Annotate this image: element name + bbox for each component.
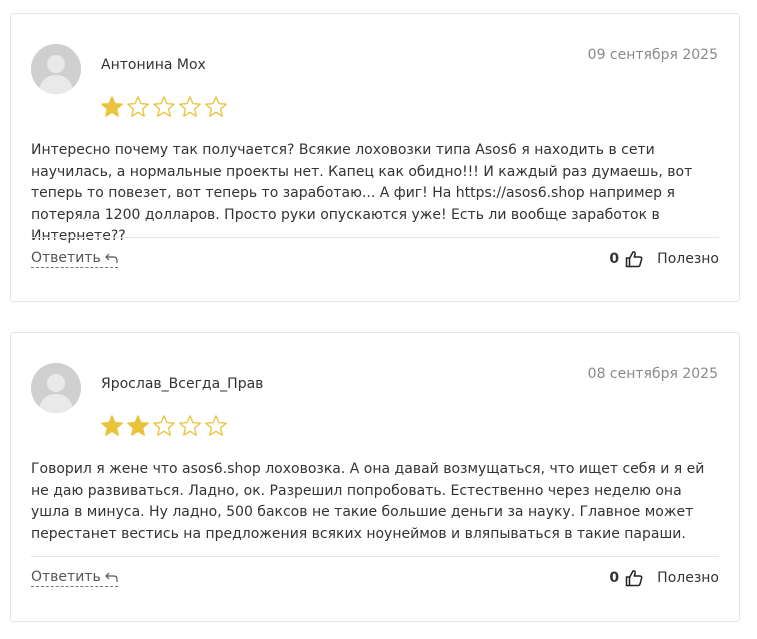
star-filled-icon bbox=[101, 96, 123, 117]
reply-arrow-icon bbox=[104, 572, 118, 582]
reply-label: Ответить bbox=[31, 250, 101, 266]
reply-button[interactable]: Ответить bbox=[31, 569, 118, 587]
thumbs-up-icon[interactable] bbox=[625, 569, 643, 587]
star-empty-icon bbox=[127, 96, 149, 117]
review-date: 08 сентября 2025 bbox=[587, 366, 718, 382]
star-empty-icon bbox=[205, 415, 227, 436]
reply-label: Ответить bbox=[31, 569, 101, 585]
star-filled-icon bbox=[127, 415, 149, 436]
star-empty-icon bbox=[153, 415, 175, 436]
divider bbox=[31, 556, 719, 557]
reply-arrow-icon bbox=[104, 253, 118, 263]
review-card: Ярослав_Всегда_Прав 08 сентября 2025 Гов… bbox=[10, 332, 740, 622]
divider bbox=[31, 237, 719, 238]
user-silhouette-icon bbox=[31, 363, 81, 413]
rating-stars bbox=[100, 95, 228, 119]
review-card: Антонина Мох 09 сентября 2025 Интересно … bbox=[10, 13, 740, 302]
review-author: Ярослав_Всегда_Прав bbox=[101, 376, 264, 392]
avatar bbox=[31, 363, 81, 413]
star-empty-icon bbox=[179, 415, 201, 436]
rating-stars bbox=[100, 414, 228, 438]
star-filled-icon bbox=[101, 415, 123, 436]
avatar bbox=[31, 44, 81, 94]
review-text: Говорил я жене что asos6.shop лоховозка.… bbox=[31, 461, 705, 542]
review-date: 09 сентября 2025 bbox=[587, 47, 718, 63]
user-silhouette-icon bbox=[31, 44, 81, 94]
star-empty-icon bbox=[205, 96, 227, 117]
review-author: Антонина Мох bbox=[101, 57, 206, 73]
like-count: 0 bbox=[609, 251, 620, 267]
reply-button[interactable]: Ответить bbox=[31, 250, 118, 268]
star-empty-icon bbox=[179, 96, 201, 117]
review-text: Интересно почему так получается? Всякие … bbox=[31, 142, 693, 244]
likes-group: 0 Полезно bbox=[609, 250, 719, 268]
useful-button[interactable]: Полезно bbox=[657, 570, 719, 586]
thumbs-up-icon[interactable] bbox=[625, 250, 643, 268]
like-count: 0 bbox=[609, 570, 620, 586]
useful-button[interactable]: Полезно bbox=[657, 251, 719, 267]
star-empty-icon bbox=[153, 96, 175, 117]
likes-group: 0 Полезно bbox=[609, 569, 719, 587]
